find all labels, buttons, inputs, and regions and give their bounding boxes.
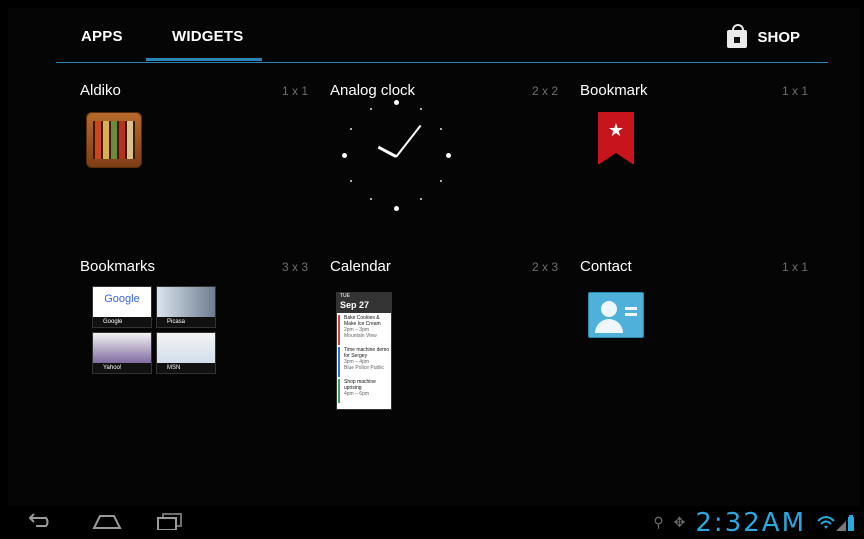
widget-size: 1 x 1 xyxy=(281,84,308,98)
analog-clock-icon xyxy=(336,98,451,218)
active-tab-indicator xyxy=(146,58,262,61)
bookmark-thumbnail: MSN xyxy=(156,332,216,374)
tab-apps[interactable]: APPS xyxy=(81,28,123,45)
widget-name: Bookmark xyxy=(580,82,648,99)
tab-bar: APPS WIDGETS xyxy=(56,22,828,63)
widget-size: 3 x 3 xyxy=(281,260,308,274)
recent-apps-icon[interactable] xyxy=(155,512,185,530)
widget-bookmark[interactable]: Bookmark 1 x 1 ★ xyxy=(580,82,808,242)
status-area[interactable]: ⚲ ✥ 2:32AM xyxy=(653,506,856,539)
clock-time: 2:32AM xyxy=(695,507,806,538)
widget-size: 1 x 1 xyxy=(781,84,808,98)
usb-icon: ⚲ xyxy=(653,514,664,530)
widget-name: Analog clock xyxy=(330,82,416,99)
bookmark-thumbnail: Picasa xyxy=(156,286,216,328)
widget-size: 1 x 1 xyxy=(781,260,808,274)
widget-bookmarks[interactable]: Bookmarks 3 x 3 Google Google Picasa Yah… xyxy=(80,258,308,418)
widget-analog-clock[interactable]: Analog clock 2 x 2 xyxy=(330,82,558,242)
back-icon[interactable] xyxy=(28,512,54,528)
shop-button[interactable]: SHOP xyxy=(727,24,800,48)
widget-name: Bookmarks xyxy=(80,258,156,275)
widget-contact[interactable]: Contact 1 x 1 xyxy=(580,258,808,418)
widget-name: Calendar xyxy=(330,258,391,275)
home-icon[interactable] xyxy=(92,512,122,530)
calendar-event: Time machine demo for Sergey 3pm – 4pm B… xyxy=(338,347,390,377)
calendar-event: Bake Cookies & Make Ice Cream 2pm – 3pm … xyxy=(338,315,390,345)
calendar-event: Shop machine uprising 4pm – 6pm xyxy=(338,379,390,403)
shop-label: SHOP xyxy=(757,28,800,46)
calendar-preview: TUE Sep 27 Bake Cookies & Make Ice Cream… xyxy=(336,292,392,410)
widget-name: Aldiko xyxy=(80,82,121,99)
wifi-signal-battery-icon xyxy=(817,514,854,531)
shopping-bag-icon xyxy=(727,24,748,48)
widget-aldiko[interactable]: Aldiko 1 x 1 xyxy=(80,82,308,242)
widget-size: 2 x 2 xyxy=(531,84,558,98)
aldiko-books-icon xyxy=(86,112,142,168)
widget-name: Contact xyxy=(580,258,632,275)
system-bar: ⚲ ✥ 2:32AM xyxy=(0,506,864,539)
widget-size: 2 x 3 xyxy=(531,260,558,274)
tab-widgets[interactable]: WIDGETS xyxy=(172,28,243,45)
bookmark-thumbnail: Google Google xyxy=(92,286,152,328)
contact-card-icon xyxy=(588,292,644,338)
bookmark-ribbon-icon: ★ xyxy=(598,112,634,165)
widget-calendar[interactable]: Calendar 2 x 3 TUE Sep 27 Bake Cookies &… xyxy=(330,258,558,418)
bookmark-thumbnail: Yahoo! xyxy=(92,332,152,374)
debug-icon: ✥ xyxy=(673,514,686,530)
